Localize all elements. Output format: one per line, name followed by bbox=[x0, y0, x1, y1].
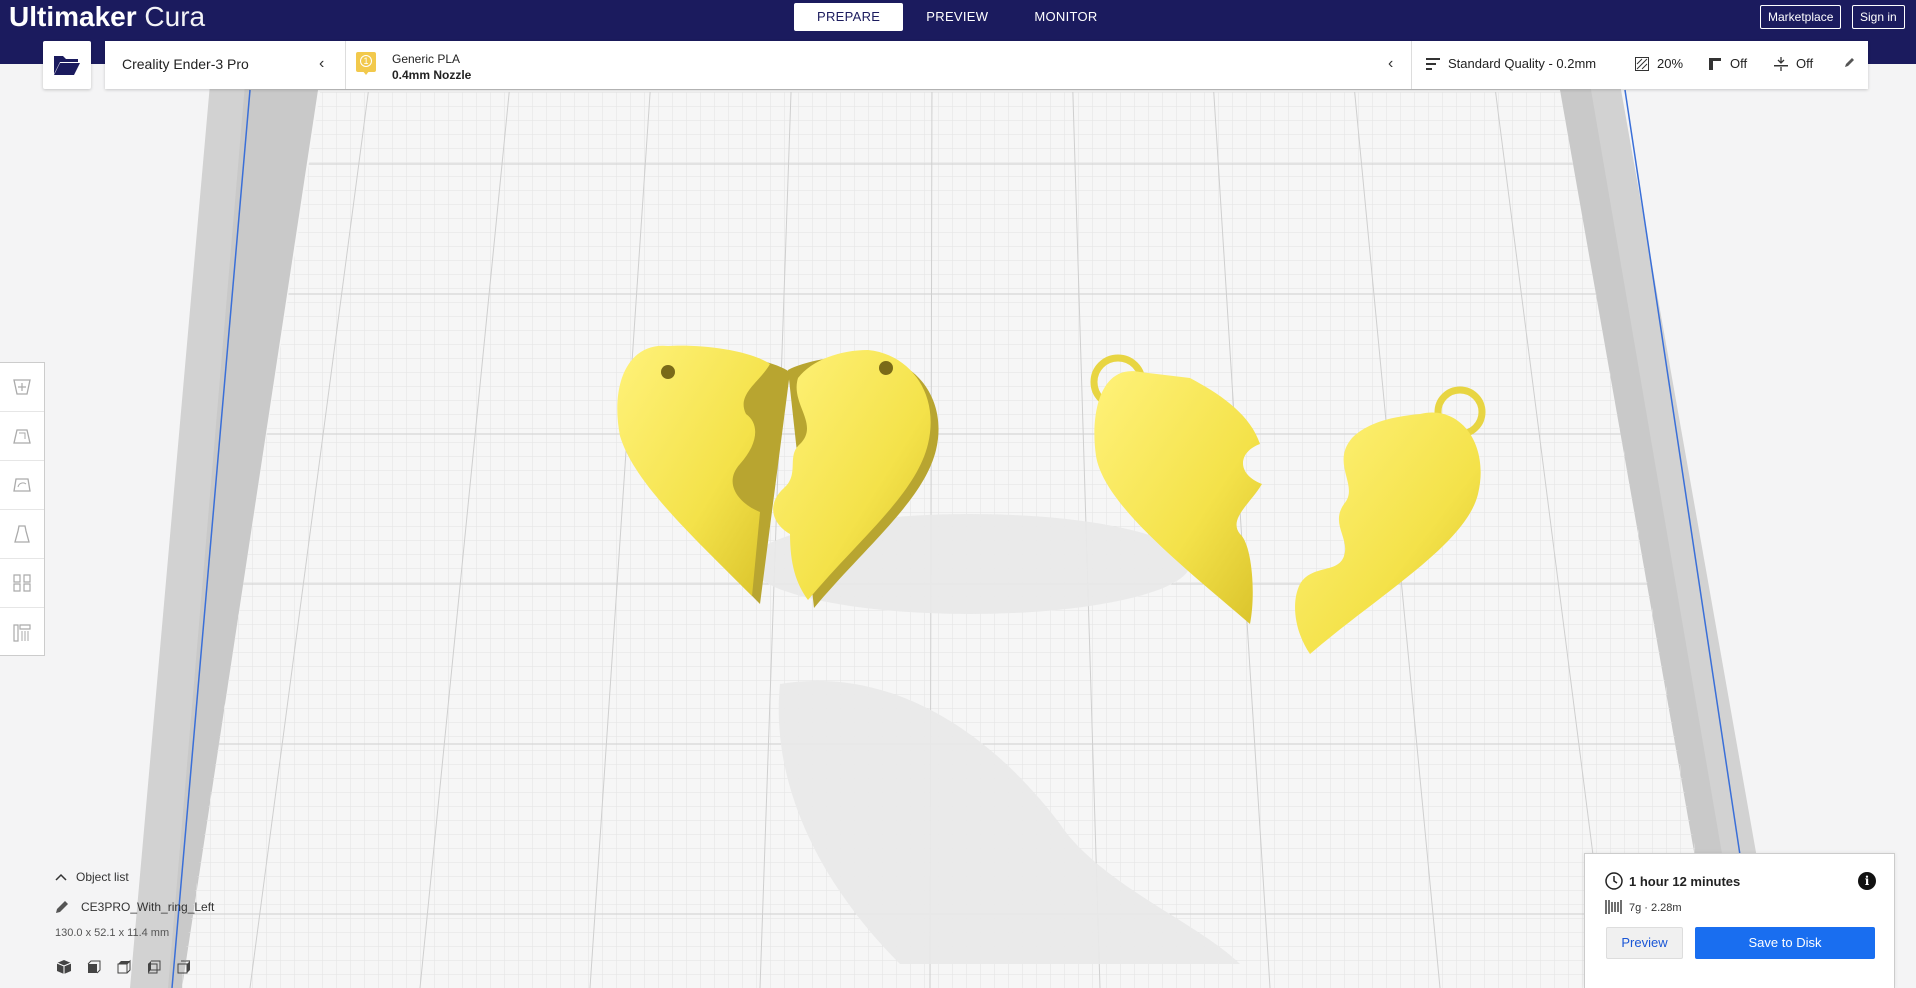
extruder-number: 1 bbox=[360, 55, 372, 67]
move-tool[interactable] bbox=[0, 363, 44, 412]
spool-icon bbox=[1605, 900, 1622, 914]
per-model-settings-icon bbox=[13, 574, 31, 592]
material-label[interactable]: Generic PLA bbox=[392, 52, 460, 66]
tab-preview[interactable]: PREVIEW bbox=[903, 3, 1011, 31]
custom-settings-button[interactable] bbox=[1844, 56, 1856, 68]
infill-icon bbox=[1635, 56, 1649, 71]
clock-icon bbox=[1605, 872, 1623, 890]
logo-brand: Ultimaker bbox=[9, 1, 137, 32]
rotate-tool[interactable] bbox=[0, 461, 44, 510]
infill-setting[interactable]: 20% bbox=[1635, 56, 1683, 71]
chevron-left-icon[interactable]: ‹ bbox=[319, 56, 324, 72]
chevron-left-icon[interactable]: ‹ bbox=[1388, 56, 1393, 72]
support-icon bbox=[1709, 57, 1721, 70]
tab-monitor[interactable]: MONITOR bbox=[1011, 3, 1120, 31]
camera-view-buttons bbox=[55, 958, 193, 976]
3d-viewport[interactable] bbox=[0, 64, 1916, 988]
signin-button[interactable]: Sign in bbox=[1852, 5, 1905, 29]
nozzle-label[interactable]: 0.4mm Nozzle bbox=[392, 68, 471, 82]
support-blocker-tool[interactable] bbox=[0, 608, 44, 657]
open-file-button[interactable] bbox=[43, 41, 91, 89]
extruder-badge: 1 bbox=[356, 52, 376, 75]
preview-button[interactable]: Preview bbox=[1606, 927, 1683, 959]
info-icon[interactable]: i bbox=[1858, 872, 1876, 890]
infill-value: 20% bbox=[1657, 56, 1684, 71]
material-usage: 7g · 2.28m bbox=[1629, 902, 1682, 914]
marketplace-button[interactable]: Marketplace bbox=[1760, 5, 1842, 29]
support-value: Off bbox=[1730, 56, 1748, 71]
profile-selector[interactable]: Standard Quality - 0.2mm bbox=[1426, 56, 1596, 71]
selected-object[interactable]: CE3PRO_With_ring_Left bbox=[55, 900, 214, 914]
printer-selector[interactable]: Creality Ender-3 Pro bbox=[122, 56, 249, 72]
build-plate bbox=[130, 84, 1780, 988]
stage-tabs: PREPARE PREVIEW MONITOR bbox=[794, 3, 1121, 31]
print-setup-toolbar: Creality Ender-3 Pro ‹ 1 Generic PLA 0.4… bbox=[105, 41, 1868, 89]
adhesion-setting[interactable]: Off bbox=[1774, 56, 1813, 71]
save-to-disk-button[interactable]: Save to Disk bbox=[1695, 927, 1875, 959]
profile-label: Standard Quality - 0.2mm bbox=[1448, 56, 1597, 71]
pencil-icon bbox=[56, 901, 68, 913]
app-logo: Ultimaker Cura bbox=[9, 2, 205, 32]
object-name: CE3PRO_With_ring_Left bbox=[81, 900, 215, 914]
scale-tool[interactable] bbox=[0, 412, 44, 461]
scale-icon bbox=[13, 429, 31, 444]
left-view-icon[interactable] bbox=[145, 958, 163, 976]
print-summary-panel: 1 hour 12 minutes 7g · 2.28m i Preview S… bbox=[1584, 853, 1895, 988]
3d-view-icon[interactable] bbox=[55, 958, 73, 976]
chevron-up-icon bbox=[55, 873, 67, 881]
support-setting[interactable]: Off bbox=[1708, 56, 1747, 71]
adhesion-icon bbox=[1774, 56, 1788, 71]
logo-product: Cura bbox=[144, 1, 206, 32]
top-view-icon[interactable] bbox=[115, 958, 133, 976]
object-list-toggle[interactable]: Object list bbox=[55, 870, 129, 884]
per-model-settings-tool[interactable] bbox=[0, 559, 44, 608]
front-view-icon[interactable] bbox=[85, 958, 103, 976]
move-icon bbox=[13, 379, 31, 395]
object-dimensions: 130.0 x 52.1 x 11.4 mm bbox=[55, 927, 170, 939]
mirror-icon bbox=[14, 525, 30, 543]
rotate-icon bbox=[13, 478, 31, 492]
mirror-tool[interactable] bbox=[0, 510, 44, 559]
pencil-icon bbox=[1845, 58, 1854, 67]
support-blocker-icon bbox=[13, 623, 31, 642]
right-view-icon[interactable] bbox=[175, 958, 193, 976]
quality-icon bbox=[1426, 57, 1440, 70]
tool-panel bbox=[0, 362, 45, 656]
print-time: 1 hour 12 minutes bbox=[1629, 874, 1741, 889]
tab-prepare[interactable]: PREPARE bbox=[794, 3, 904, 31]
adhesion-value: Off bbox=[1796, 56, 1814, 71]
folder-open-icon bbox=[54, 56, 80, 75]
object-list-label: Object list bbox=[76, 870, 129, 884]
